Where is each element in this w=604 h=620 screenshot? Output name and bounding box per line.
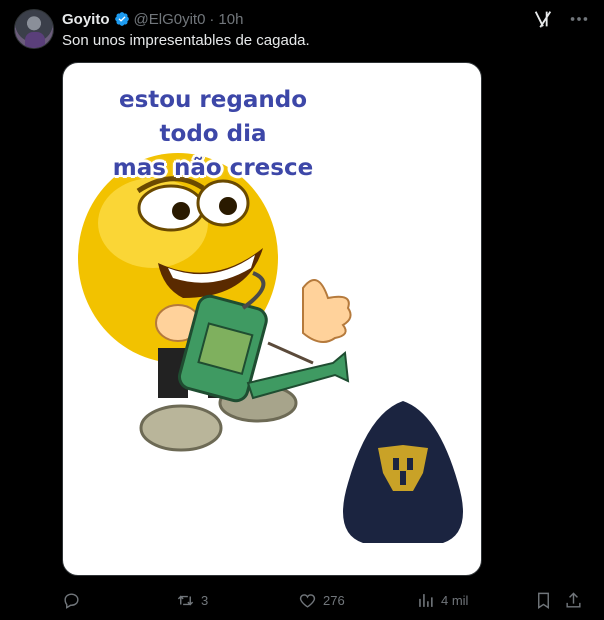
tweet-header: Goyito @ElG0yit0 · 10h: [62, 9, 243, 29]
reply-button[interactable]: [62, 591, 87, 610]
views-count: 4 mil: [441, 592, 469, 608]
like-button[interactable]: 276: [298, 591, 345, 610]
grok-icon[interactable]: [532, 8, 554, 30]
views-icon: [419, 593, 433, 607]
tweet-media-image[interactable]: estou regando todo dia mas não cresce: [62, 62, 482, 576]
meme-caption: estou regando todo dia mas não cresce: [63, 83, 363, 185]
avatar[interactable]: [14, 9, 54, 49]
caption-line: todo dia: [159, 121, 267, 147]
like-count: 276: [323, 592, 345, 608]
retweet-count: 3: [201, 592, 209, 608]
author-name[interactable]: Goyito: [62, 11, 110, 28]
more-icon[interactable]: [568, 8, 590, 30]
share-button[interactable]: [564, 591, 583, 610]
caption-line: mas não cresce: [112, 155, 314, 181]
views-button[interactable]: 4 mil: [416, 591, 468, 610]
caption-line: estou regando: [118, 87, 308, 113]
retweet-icon: [177, 595, 194, 605]
timestamp[interactable]: 10h: [218, 11, 243, 28]
share-icon: [566, 591, 581, 608]
tweet-actions: 3 276 4 mil: [62, 588, 592, 612]
retweet-button[interactable]: 3: [176, 591, 208, 610]
top-actions: [532, 8, 590, 30]
separator-dot: ·: [209, 10, 215, 28]
author-handle[interactable]: @ElG0yit0: [134, 11, 206, 28]
tweet-text: Son unos impresentables de cagada.: [62, 32, 310, 49]
bookmark-button[interactable]: [534, 591, 553, 610]
like-icon: [299, 593, 316, 608]
verified-badge-icon: [114, 12, 129, 26]
tweet[interactable]: Goyito @ElG0yit0 · 10h Son unos impresen…: [0, 0, 604, 620]
reply-icon: [64, 592, 79, 609]
bookmark-icon: [538, 592, 549, 609]
